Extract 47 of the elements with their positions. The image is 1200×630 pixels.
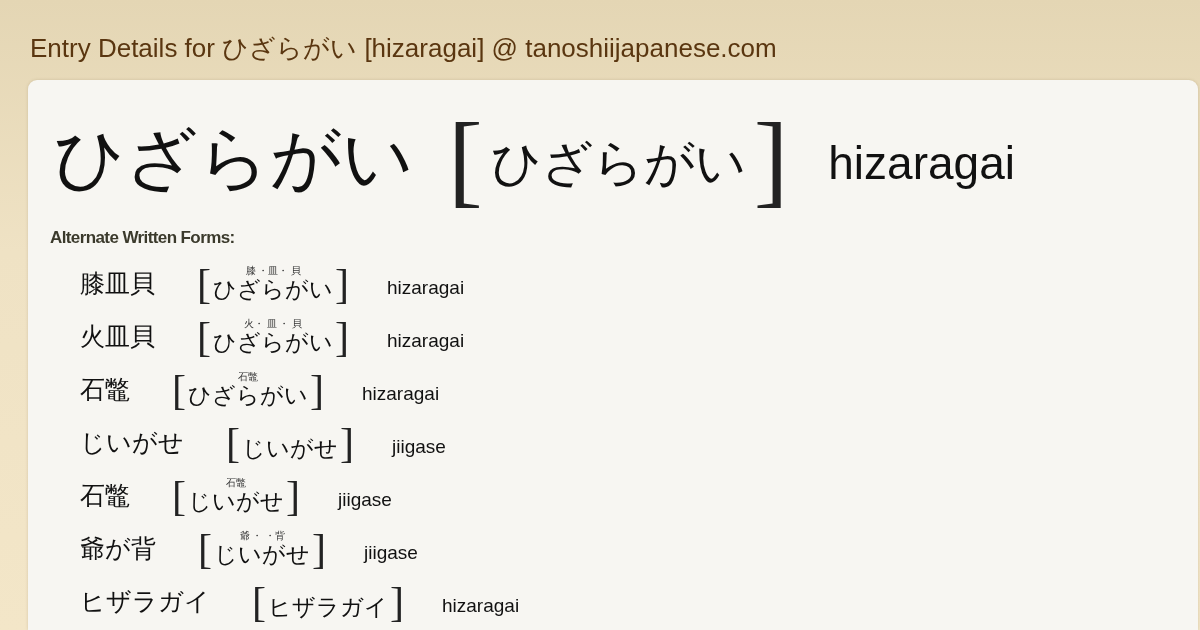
written-form: 爺が背: [80, 533, 156, 564]
written-form: 膝皿貝: [80, 268, 155, 299]
close-bracket: ]: [286, 474, 300, 517]
furigana-text: 火・ 皿 ・ 貝: [244, 317, 302, 330]
written-form: ヒザラガイ: [80, 586, 210, 617]
entry-word: ひざらがい: [54, 119, 414, 199]
close-bracket: ]: [753, 109, 789, 209]
entry-reading: ひざらがい: [490, 134, 746, 193]
close-bracket: ]: [340, 421, 354, 464]
furigana-text: 石鼈: [226, 476, 246, 489]
written-form: 火皿貝: [80, 321, 155, 352]
close-bracket: ]: [335, 262, 349, 305]
romaji-text: jiigase: [364, 540, 418, 565]
romaji-text: jiigase: [392, 434, 446, 459]
reading-text: じいがせ: [188, 488, 284, 515]
reading-text: ひざらがい: [188, 382, 308, 409]
close-bracket: ]: [310, 368, 324, 411]
reading-text: じいがせ: [242, 435, 338, 462]
open-bracket: [: [197, 262, 211, 305]
section-heading: Alternate Written Forms:: [50, 227, 235, 249]
written-form: 石鼈: [80, 480, 130, 511]
romaji-text: hizaragai: [387, 328, 465, 353]
open-bracket: [: [252, 580, 266, 623]
furigana-text: 爺 ・ ・背: [239, 529, 285, 542]
close-bracket: ]: [390, 580, 404, 623]
romaji-text: hizaragai: [442, 593, 520, 618]
open-bracket: [: [197, 315, 211, 358]
romaji-text: jiigase: [338, 487, 392, 512]
close-bracket: ]: [335, 315, 349, 358]
open-bracket: [: [172, 368, 186, 411]
open-bracket: [: [448, 109, 483, 209]
romaji-text: hizaragai: [362, 381, 440, 406]
written-form: じいがせ: [80, 427, 184, 458]
open-bracket: [: [198, 527, 212, 570]
open-bracket: [: [226, 421, 240, 464]
reading-text: ヒザラガイ: [268, 594, 388, 621]
close-bracket: ]: [312, 527, 326, 570]
written-form: 石鼈: [80, 374, 130, 405]
furigana-text: 膝 ・皿・ 貝: [245, 264, 301, 277]
romaji-text: hizaragai: [387, 275, 465, 300]
page-title: Entry Details for ひざらがい [hizaragai] @ tanoshiijapanese.com: [30, 32, 777, 65]
furigana-text: 石鼈: [238, 370, 258, 383]
reading-text: じいがせ: [214, 541, 310, 568]
entry-romaji: hizaragai: [828, 136, 1015, 191]
reading-text: ひざらがい: [213, 329, 333, 356]
open-bracket: [: [172, 474, 186, 517]
reading-text: ひざらがい: [213, 276, 333, 303]
